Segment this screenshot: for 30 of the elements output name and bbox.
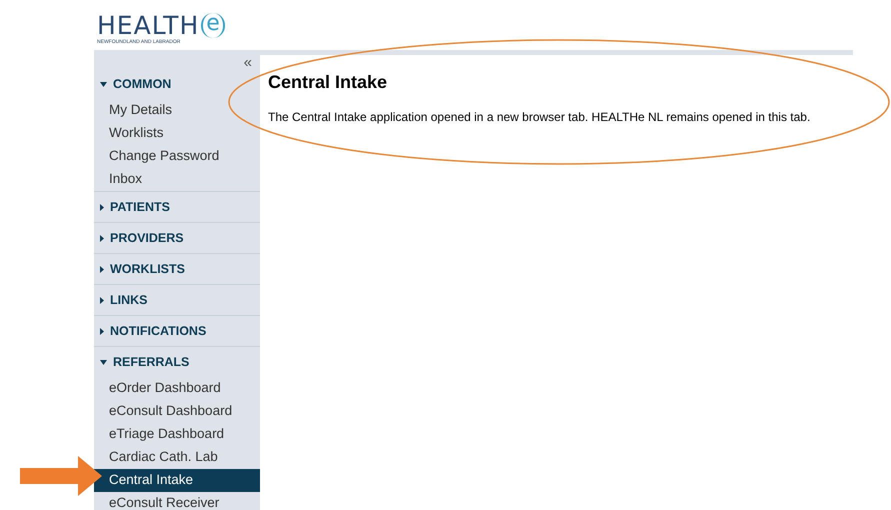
caret-down-icon xyxy=(100,360,107,364)
section-header[interactable]: COMMON xyxy=(94,69,260,99)
sidebar-item[interactable]: eOrder Dashboard xyxy=(94,377,260,400)
collapse-button[interactable]: « xyxy=(244,55,252,69)
page-title: Central Intake xyxy=(268,71,388,94)
sidebar-item[interactable]: Central Intake xyxy=(94,469,260,492)
section-header[interactable]: LINKS xyxy=(94,285,260,315)
caret-right-icon xyxy=(100,204,104,210)
sidebar-item[interactable]: eConsult Dashboard xyxy=(94,400,260,423)
caret-down-icon xyxy=(100,82,107,86)
logo-badge: e xyxy=(201,13,225,38)
sidebar-item[interactable]: Inbox xyxy=(94,168,260,191)
arrow-icon xyxy=(20,456,102,496)
section-header[interactable]: WORKLISTS xyxy=(94,254,260,284)
sidebar-item[interactable]: Change Password xyxy=(94,145,260,168)
sidebar-item[interactable]: My Details xyxy=(94,99,260,122)
sidebar-item[interactable]: eTriage Dashboard xyxy=(94,423,260,446)
section-header[interactable]: NOTIFICATIONS xyxy=(94,316,260,346)
sidebar-item[interactable]: Worklists xyxy=(94,122,260,145)
sidebar-item[interactable]: Cardiac Cath. Lab xyxy=(94,446,260,469)
caret-right-icon xyxy=(100,234,104,242)
caret-right-icon xyxy=(100,328,104,334)
logo-text: HEALTH xyxy=(97,13,200,38)
section-header[interactable]: PATIENTS xyxy=(94,192,260,222)
section-header[interactable]: REFERRALS xyxy=(94,347,260,377)
caret-right-icon xyxy=(100,266,104,272)
sidebar-item[interactable]: eConsult Receiver xyxy=(94,492,260,510)
caret-right-icon xyxy=(100,296,104,304)
section-header[interactable]: PROVIDERS xyxy=(94,223,260,253)
message-text: The Central Intake application opened in a new browser tab. HEALTHe NL remains opened in this tab. xyxy=(268,109,812,126)
